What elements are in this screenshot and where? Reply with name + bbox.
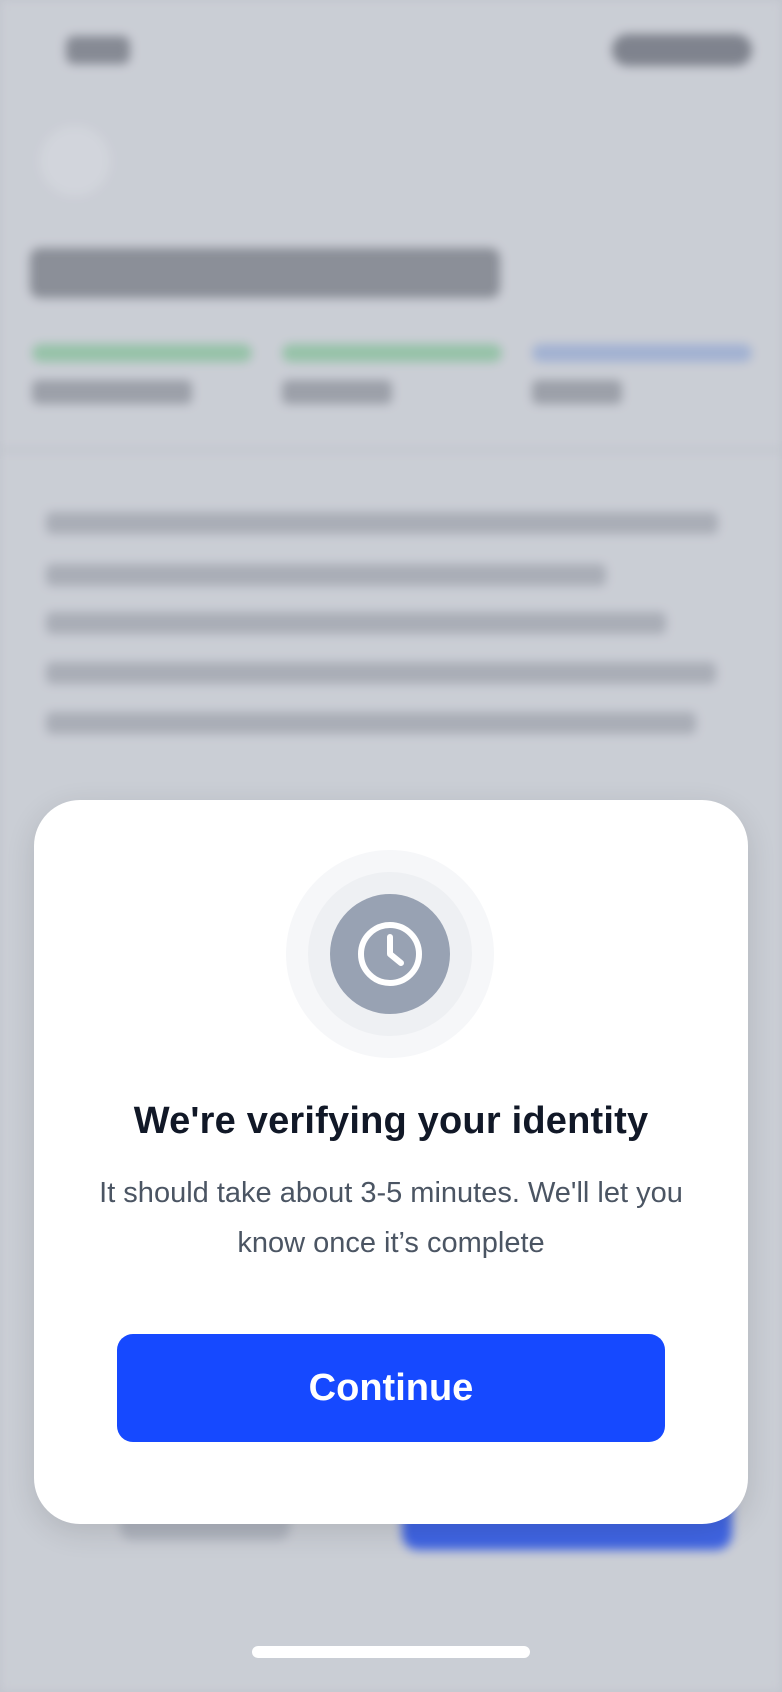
- home-indicator[interactable]: [252, 1646, 530, 1658]
- verification-modal: We're verifying your identity It should …: [34, 800, 748, 1524]
- icon-halo-inner: [308, 872, 472, 1036]
- icon-halo-outer: [286, 850, 494, 1058]
- continue-button[interactable]: Continue: [117, 1334, 665, 1442]
- modal-title: We're verifying your identity: [133, 1100, 649, 1142]
- modal-description: It should take about 3-5 minutes. We'll …: [99, 1177, 683, 1259]
- clock-icon: [330, 894, 450, 1014]
